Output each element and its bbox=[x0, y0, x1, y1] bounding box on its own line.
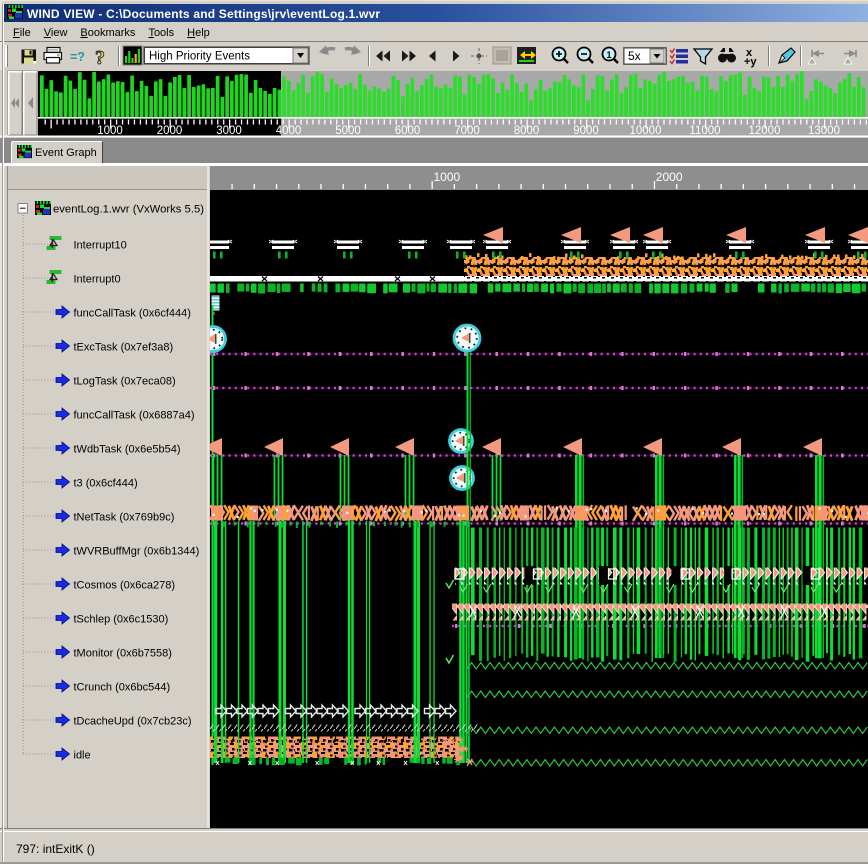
svg-text:High Priority Events: High Priority Events bbox=[149, 51, 250, 63]
svg-text:5x: 5x bbox=[628, 49, 641, 63]
svg-text:10000: 10000 bbox=[630, 125, 662, 137]
svg-text:Interrupt0: Interrupt0 bbox=[74, 274, 121, 286]
svg-text:tNetTask (0x769b9c): tNetTask (0x769b9c) bbox=[74, 512, 175, 524]
svg-text:eventLog.1.wvr (VxWorks 5.5): eventLog.1.wvr (VxWorks 5.5) bbox=[53, 204, 204, 216]
svg-text:tExcTask (0x7ef3a8): tExcTask (0x7ef3a8) bbox=[74, 342, 174, 354]
svg-text:8000: 8000 bbox=[514, 125, 540, 137]
svg-text:?: ? bbox=[95, 47, 105, 69]
svg-text:3000: 3000 bbox=[216, 125, 242, 137]
svg-text:tCosmos (0x6ca278): tCosmos (0x6ca278) bbox=[74, 580, 176, 592]
svg-text:tMonitor (0x6b7558): tMonitor (0x6b7558) bbox=[74, 648, 172, 660]
svg-text:1: 1 bbox=[607, 50, 612, 60]
svg-text:4000: 4000 bbox=[276, 125, 302, 137]
svg-text:Interrupt10: Interrupt10 bbox=[74, 240, 127, 252]
svg-text:funcCallTask (0x6887a4): funcCallTask (0x6887a4) bbox=[74, 410, 195, 422]
svg-text:2000: 2000 bbox=[157, 125, 183, 137]
svg-text:tDcacheUpd (0x7cb23c): tDcacheUpd (0x7cb23c) bbox=[74, 716, 192, 728]
svg-text:11000: 11000 bbox=[689, 125, 720, 137]
svg-text:13000: 13000 bbox=[808, 125, 840, 137]
svg-text:9000: 9000 bbox=[573, 125, 599, 137]
svg-text:tLogTask (0x7eca08): tLogTask (0x7eca08) bbox=[74, 376, 176, 388]
svg-text:2000: 2000 bbox=[656, 170, 683, 184]
svg-text:1000: 1000 bbox=[434, 170, 461, 184]
svg-text:tSchlep (0x6c1530): tSchlep (0x6c1530) bbox=[74, 614, 169, 626]
svg-text:tWdbTask (0x6e5b54): tWdbTask (0x6e5b54) bbox=[74, 444, 181, 456]
svg-text:+y: +y bbox=[744, 56, 757, 68]
svg-text:=?: =? bbox=[70, 50, 85, 64]
svg-text:1000: 1000 bbox=[97, 125, 123, 137]
svg-text:idle: idle bbox=[74, 750, 91, 762]
svg-text:12000: 12000 bbox=[749, 125, 781, 137]
svg-text:tCrunch (0x6bc544): tCrunch (0x6bc544) bbox=[74, 682, 171, 694]
svg-text:t3 (0x6cf444): t3 (0x6cf444) bbox=[74, 478, 138, 490]
svg-text:funcCallTask (0x6cf444): funcCallTask (0x6cf444) bbox=[74, 308, 191, 320]
svg-text:6000: 6000 bbox=[395, 125, 421, 137]
svg-text:7000: 7000 bbox=[454, 125, 480, 137]
svg-text:5000: 5000 bbox=[335, 125, 361, 137]
svg-text:tWVRBuffMgr (0x6b1344): tWVRBuffMgr (0x6b1344) bbox=[74, 546, 200, 558]
